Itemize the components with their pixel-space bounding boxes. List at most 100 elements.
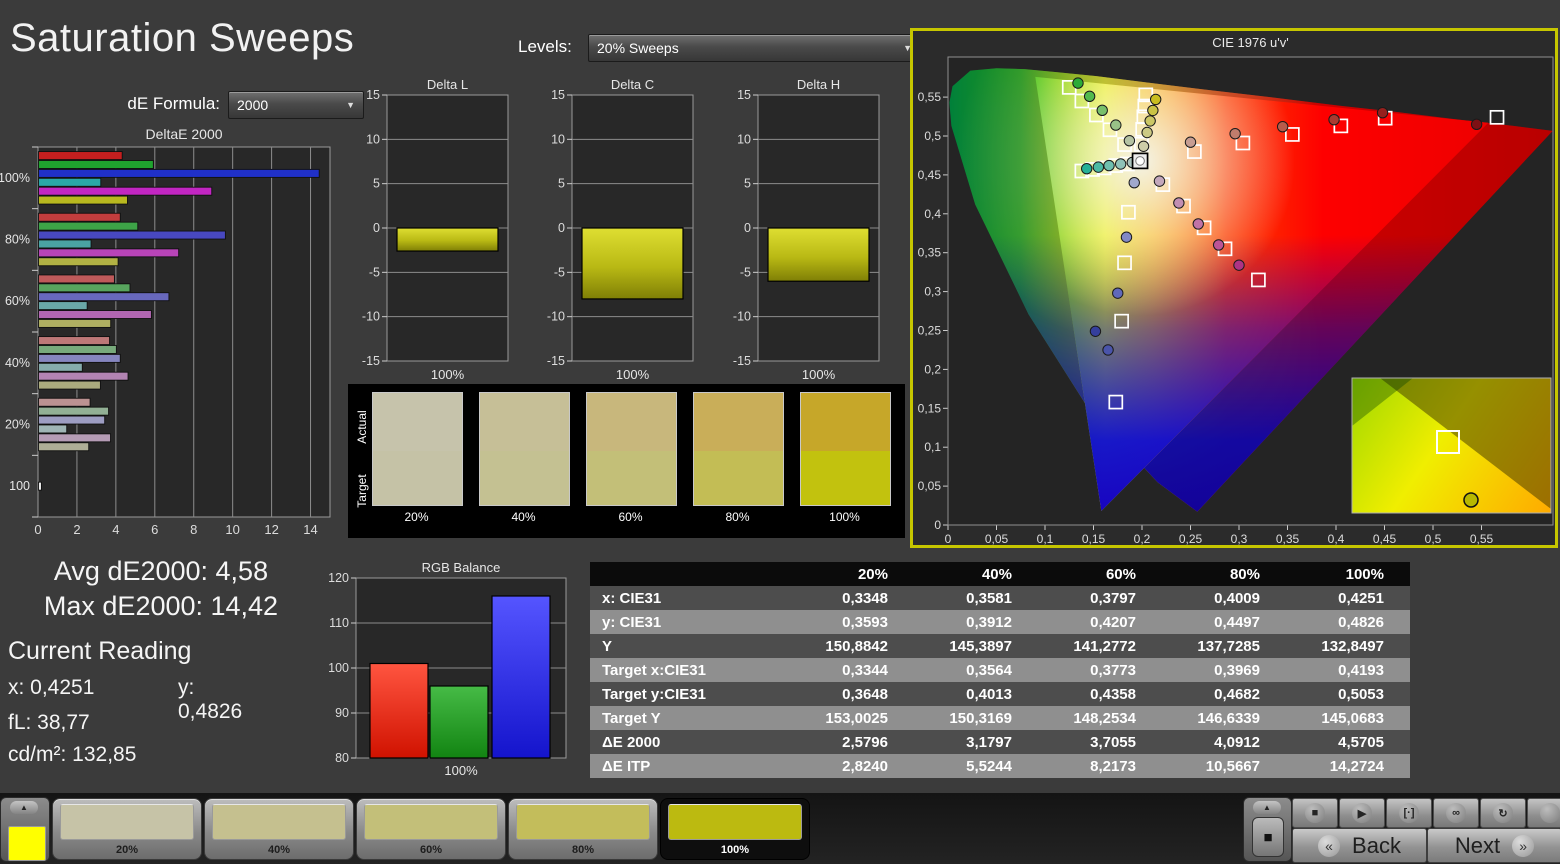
svg-text:0,15: 0,15 xyxy=(918,401,942,415)
current-y-value: y: 0,4826 xyxy=(178,676,243,723)
table-cell: 148,2534 xyxy=(1073,709,1136,727)
patch-button-80%[interactable]: 80% xyxy=(508,798,658,860)
svg-text:0,2: 0,2 xyxy=(924,362,941,376)
patch-button-40%[interactable]: 40% xyxy=(204,798,354,860)
deltae-bar xyxy=(38,248,180,258)
target-swatch xyxy=(694,451,783,505)
svg-text:0,45: 0,45 xyxy=(1373,532,1397,546)
step-button[interactable]: [·] xyxy=(1386,798,1432,828)
up-arrow-icon: ▲ xyxy=(1263,803,1271,812)
svg-text:5: 5 xyxy=(744,177,751,191)
patch-button-100%[interactable]: 100% xyxy=(660,798,810,860)
svg-text:10: 10 xyxy=(551,132,565,146)
table-cell: 8,2173 xyxy=(1090,757,1136,775)
stop-button[interactable]: ■ xyxy=(1292,798,1338,828)
deltae-bar xyxy=(38,168,320,178)
back-button[interactable]: « Back xyxy=(1292,828,1427,863)
target-swatch xyxy=(587,451,676,505)
patch-swatch xyxy=(516,804,650,840)
cie-measured-marker xyxy=(1153,175,1166,187)
actual-row-label: Actual xyxy=(355,410,369,444)
svg-text:DeltaE 2000: DeltaE 2000 xyxy=(145,126,222,142)
cie-inset-measured-marker xyxy=(1463,492,1479,508)
current-reading-xy: x: 0,4251 y: 0,4826 xyxy=(8,676,242,723)
current-patch-swatch xyxy=(8,826,46,861)
svg-text:-15: -15 xyxy=(362,354,380,368)
refresh-button[interactable]: ↻ xyxy=(1480,798,1526,828)
actual-swatch xyxy=(694,393,783,452)
deltae-bar xyxy=(38,177,102,187)
patch-button-label: 80% xyxy=(571,844,595,856)
actual-swatch xyxy=(801,393,890,452)
svg-text:110: 110 xyxy=(329,616,349,630)
delta-c-chart: -15 -10 -5 0 5 10 15 Delta C 100% xyxy=(547,77,694,382)
table-cell: 0,3593 xyxy=(842,613,888,631)
cie-measured-marker xyxy=(1114,158,1127,170)
rgb-balance-chart: 80 90 100 110 120 RGB Balance 100% xyxy=(328,560,567,778)
levels-dropdown[interactable]: 20% Sweeps ▼ xyxy=(588,34,921,62)
svg-text:-5: -5 xyxy=(554,265,565,279)
table-cell: 0,4358 xyxy=(1090,685,1136,703)
expand-up-button[interactable]: ▲ xyxy=(10,801,38,814)
table-cell: 0,4013 xyxy=(966,685,1012,703)
deltae-bar xyxy=(38,221,139,231)
cie-measured-marker xyxy=(1112,287,1124,299)
deltae-bar xyxy=(38,274,115,284)
page-title: Saturation Sweeps xyxy=(10,16,355,60)
table-cell: 0,3773 xyxy=(1090,661,1136,679)
table-header-cell: 80% xyxy=(1229,565,1260,583)
delta_c-bar xyxy=(581,227,684,300)
svg-text:CIE 1976 u'v': CIE 1976 u'v' xyxy=(1212,35,1289,50)
table-row-label: ΔE 2000 xyxy=(602,733,661,751)
cie-measured-marker xyxy=(1173,197,1185,209)
patch-button-20%[interactable]: 20% xyxy=(52,798,202,860)
patch-button-60%[interactable]: 60% xyxy=(356,798,506,860)
deltae-bar xyxy=(38,380,101,390)
svg-text:20%: 20% xyxy=(5,418,30,432)
cie-measured-marker xyxy=(1470,118,1483,131)
cie-measured-marker xyxy=(1212,239,1225,251)
table-cell: 0,3648 xyxy=(842,685,888,703)
table-cell: 0,4497 xyxy=(1214,613,1260,631)
svg-text:100%: 100% xyxy=(802,367,836,382)
chevron-right-icon: » xyxy=(1512,834,1535,857)
play-button[interactable]: ▶ xyxy=(1339,798,1385,828)
svg-text:0,5: 0,5 xyxy=(1425,532,1442,546)
deltae-bar xyxy=(38,442,90,452)
measurement-table: 20% 40% 60% 80% 100% x: CIE31 0,3348 0,3581 0,37… xyxy=(590,562,1410,778)
step-icon: [·] xyxy=(1399,803,1419,823)
de-formula-dropdown[interactable]: 2000 ▼ xyxy=(228,91,364,119)
refresh-icon: ↻ xyxy=(1493,803,1513,823)
svg-text:0: 0 xyxy=(744,221,751,235)
next-button[interactable]: Next » xyxy=(1427,828,1560,863)
record-button[interactable] xyxy=(1527,798,1560,828)
svg-text:6: 6 xyxy=(151,522,158,537)
table-cell: 145,3897 xyxy=(949,637,1012,655)
deltae2000-chart: 0 2 4 6 8 10 12 14 DeltaE 2000 100% 80% 60% 40% 20% 10… xyxy=(0,126,331,537)
cie-measured-marker xyxy=(1120,231,1133,243)
compare-swatch-label: 100% xyxy=(829,510,860,524)
table-header-cell: 40% xyxy=(981,565,1012,583)
table-cell: 153,0025 xyxy=(825,709,888,727)
deltae-bar xyxy=(38,151,123,161)
table-row: ΔE 2000 2,5796 3,1797 3,7055 4,0912 4,5705 xyxy=(590,730,1410,754)
svg-text:0,35: 0,35 xyxy=(918,246,942,260)
next-button-label: Next xyxy=(1454,832,1501,858)
svg-text:60%: 60% xyxy=(5,294,30,308)
svg-text:2: 2 xyxy=(73,522,80,537)
deltae-bar xyxy=(38,345,117,354)
cie-measured-marker xyxy=(1141,126,1153,139)
table-row: Y 150,8842 145,3897 141,2772 137,7285 132,849… xyxy=(590,634,1410,658)
infinity-button[interactable]: ∞ xyxy=(1433,798,1479,828)
cie-measured-marker xyxy=(1128,176,1140,189)
patch-button-label: 20% xyxy=(115,844,139,856)
expand-up-button[interactable]: ▲ xyxy=(1253,801,1281,814)
cie-measured-marker xyxy=(1276,120,1289,133)
chevron-left-icon: « xyxy=(1318,834,1341,857)
svg-text:0,45: 0,45 xyxy=(918,168,942,182)
compare-swatch-40% xyxy=(479,392,570,506)
svg-text:100%: 100% xyxy=(616,367,650,382)
cie-measured-marker xyxy=(1328,113,1340,126)
svg-text:15: 15 xyxy=(551,88,565,102)
stop-patch-button[interactable]: ■ xyxy=(1252,817,1284,857)
